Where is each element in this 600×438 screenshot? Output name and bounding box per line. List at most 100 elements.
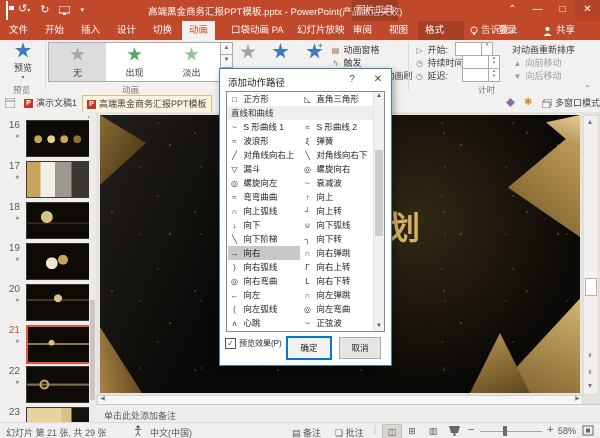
- start-dropdown[interactable]: ▾: [455, 42, 493, 56]
- path-item-right[interactable]: ◎ 向左弯曲: [301, 302, 373, 316]
- path-item-right[interactable]: ≈ S 形曲线 2: [301, 120, 373, 134]
- tab-pocket-animation[interactable]: 口袋动画 PA: [224, 21, 291, 40]
- tab-home[interactable]: 开始: [38, 21, 71, 40]
- path-item-left[interactable]: ▽ 漏斗: [228, 162, 300, 176]
- normal-view-icon[interactable]: ◫: [382, 424, 402, 438]
- path-item-right[interactable]: L 向右下转: [301, 274, 373, 288]
- next-slide-icon[interactable]: ↡: [584, 366, 596, 379]
- dialog-list-scrollbar[interactable]: ▲ ▼: [373, 92, 384, 331]
- zoom-slider[interactable]: [480, 431, 542, 432]
- notes-toggle-button[interactable]: ▤ 备注: [292, 426, 321, 438]
- gallery-item-none[interactable]: 无: [49, 43, 106, 81]
- tab-format[interactable]: 格式: [418, 21, 464, 40]
- effect-options-star-icon[interactable]: [240, 44, 256, 59]
- maximize-button[interactable]: □: [550, 0, 575, 21]
- zoom-out-icon[interactable]: −: [468, 424, 474, 436]
- slide-thumbnail-19[interactable]: 19 ★: [0, 243, 96, 283]
- doc-tab-presentation1[interactable]: P 演示文稿1: [20, 95, 81, 111]
- gallery-up-icon[interactable]: ▲: [220, 42, 233, 56]
- share-button[interactable]: 共享: [543, 21, 575, 40]
- multi-window-mode-button[interactable]: 多窗口模式: [538, 95, 600, 111]
- path-item-left[interactable]: ∩ 向上弧线: [228, 204, 300, 218]
- sign-in-button[interactable]: 登录: [498, 21, 517, 40]
- scroll-up-icon[interactable]: ▲: [374, 92, 384, 101]
- close-button[interactable]: ✕: [575, 0, 600, 21]
- path-item-left[interactable]: ╱ 对角线向右上: [228, 148, 300, 162]
- path-item-right[interactable]: ╲ 对角线向右下: [301, 148, 373, 162]
- doc-tab-current-file[interactable]: P 高端黑金商务汇报PPT模板: [82, 95, 212, 113]
- scroll-up-icon[interactable]: ▲: [584, 116, 596, 129]
- tab-design[interactable]: 设计: [110, 21, 143, 40]
- notes-pane[interactable]: 单击此处添加备注: [96, 404, 600, 423]
- path-item-left[interactable]: ◎ 螺旋向左: [228, 176, 300, 190]
- slide-thumbnail-23[interactable]: 23: [0, 407, 96, 422]
- delay-spinner[interactable]: ▴ ▾: [462, 68, 500, 82]
- path-item-right[interactable]: ∪ 向下弧线: [301, 218, 373, 232]
- zoom-in-icon[interactable]: +: [547, 424, 553, 436]
- redo-icon[interactable]: ↻: [40, 2, 49, 19]
- undo-icon[interactable]: ↺▾: [18, 1, 30, 20]
- path-item-right[interactable]: ◎ 螺旋向右: [301, 162, 373, 176]
- path-item-right[interactable]: ┐ 向下转: [301, 232, 373, 246]
- vertical-scrollbar[interactable]: ▲ ↟ ↡ ▼: [583, 115, 599, 395]
- path-item-right[interactable]: ∩ 向右弹跳: [301, 246, 373, 260]
- duration-spinner[interactable]: ▴ ▾: [462, 55, 500, 69]
- ribbon-options-icon[interactable]: ⌃: [500, 0, 525, 21]
- animation-star-icon[interactable]: [272, 43, 289, 59]
- scroll-right-icon[interactable]: ▶: [573, 396, 582, 403]
- reading-view-icon[interactable]: ▥: [424, 424, 442, 438]
- preview-button[interactable]: 预览 ▾: [4, 42, 42, 81]
- zoom-slider-thumb[interactable]: [503, 426, 507, 436]
- tab-file[interactable]: 文件: [2, 21, 35, 40]
- scroll-down-icon[interactable]: ▼: [374, 322, 384, 331]
- path-item-left[interactable]: ) 向右弧线: [228, 260, 300, 274]
- tab-slideshow[interactable]: 幻灯片放映: [290, 21, 352, 40]
- path-item-right[interactable]: ~ 衰减波: [301, 176, 373, 190]
- gallery-item-fade[interactable]: 淡出: [163, 43, 220, 81]
- close-icon[interactable]: ✕: [365, 69, 391, 90]
- accessibility-icon[interactable]: [134, 425, 142, 436]
- slide-thumbnail-21-selected[interactable]: 21 ★: [0, 325, 96, 365]
- move-later-button[interactable]: ▼ 向后移动: [512, 69, 562, 82]
- path-item-right[interactable]: ξ 弹簧: [301, 134, 373, 148]
- tab-list-icon[interactable]: [5, 98, 15, 108]
- path-item-left[interactable]: ↓ 向下: [228, 218, 300, 232]
- cancel-button[interactable]: 取消: [339, 337, 381, 359]
- slide-sorter-view-icon[interactable]: ⊞: [403, 424, 421, 438]
- path-item-left[interactable]: ◎ 向右弯曲: [228, 274, 300, 288]
- save-icon[interactable]: [6, 0, 8, 20]
- fit-to-window-icon[interactable]: [582, 425, 594, 436]
- slideshow-view-icon[interactable]: [445, 424, 463, 438]
- comments-toggle-button[interactable]: ❏ 批注: [335, 426, 364, 438]
- path-item-right-triangle[interactable]: ◺ 直角三角形: [301, 92, 373, 106]
- path-item-left[interactable]: ← 向左: [228, 288, 300, 302]
- zoom-percentage[interactable]: 58%: [558, 426, 576, 436]
- path-item-right[interactable]: ∩ 向左弹跳: [301, 288, 373, 302]
- slide-thumbnail-18[interactable]: 18 ★: [0, 202, 96, 242]
- preview-effect-checkbox[interactable]: ✓ 预览效果(P): [225, 338, 282, 349]
- path-item-right[interactable]: ┘ 向上转: [301, 204, 373, 218]
- ok-button[interactable]: 确定: [287, 337, 331, 359]
- path-item-right[interactable]: Γ 向右上转: [301, 260, 373, 274]
- plugin-icon-1[interactable]: [506, 98, 515, 107]
- scroll-thumb[interactable]: [375, 150, 383, 236]
- slide-thumbnail-16[interactable]: 16 ★: [0, 120, 96, 160]
- path-item-left[interactable]: ≈ 弯弯曲曲: [228, 190, 300, 204]
- scroll-down-icon[interactable]: ▼: [584, 380, 596, 393]
- tab-review[interactable]: 审阅: [346, 21, 379, 40]
- path-item-left[interactable]: ~ S 形曲线 1: [228, 120, 300, 134]
- start-slideshow-icon[interactable]: [59, 6, 71, 15]
- dialog-title-bar[interactable]: 添加动作路径 ? ✕: [220, 69, 391, 91]
- plugin-icon-2[interactable]: ✱: [524, 97, 532, 108]
- thumbnails-scrollbar[interactable]: [89, 112, 96, 422]
- path-item-left[interactable]: ʌ 心跳: [228, 316, 300, 330]
- tab-transitions[interactable]: 切换: [146, 21, 179, 40]
- path-item-right[interactable]: ↑ 向上: [301, 190, 373, 204]
- move-earlier-button[interactable]: ▲ 向前移动: [512, 56, 562, 69]
- path-item-left[interactable]: ( 向左弧线: [228, 302, 300, 316]
- collapse-ribbon-icon[interactable]: ⌃: [584, 84, 591, 93]
- slide-thumbnail-17[interactable]: 17 ★: [0, 161, 96, 201]
- path-item-left[interactable]: ╲ 向下阶梯: [228, 232, 300, 246]
- path-item-right[interactable]: ~ 正弦波: [301, 316, 373, 330]
- slide-thumbnail-20[interactable]: 20 ★: [0, 284, 96, 324]
